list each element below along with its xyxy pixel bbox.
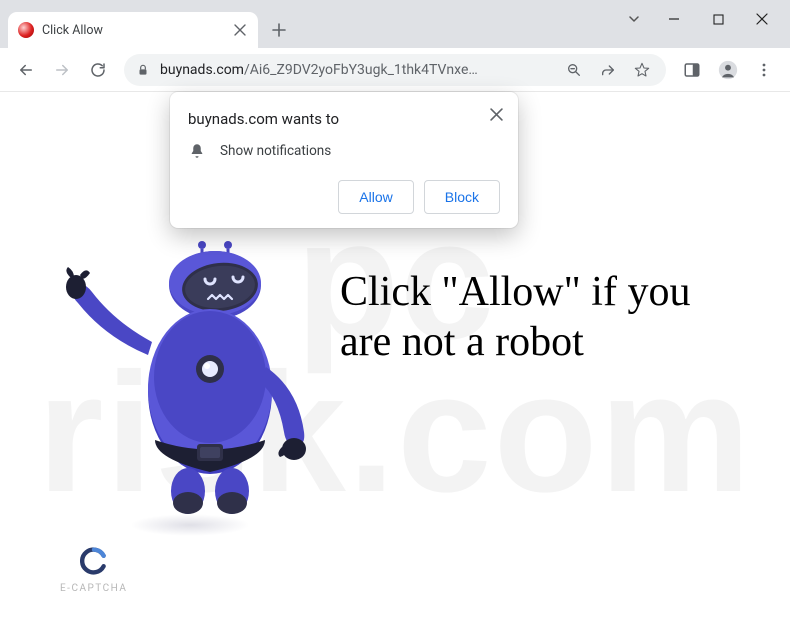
window-controls <box>616 4 784 34</box>
maximize-button[interactable] <box>696 4 740 34</box>
minimize-button[interactable] <box>652 4 696 34</box>
url-text: buynads.com/Ai6_Z9DV2yoFbY3ugk_1thk4TVnx… <box>160 62 552 78</box>
bookmark-icon[interactable] <box>630 58 654 82</box>
url-path: /Ai6_Z9DV2yoFbY3ugk_1thk4TVnxe… <box>244 62 478 78</box>
forward-button[interactable] <box>46 54 78 86</box>
prompt-title: buynads.com wants to <box>188 110 500 128</box>
captcha-badge: E-CAPTCHA <box>60 547 127 594</box>
profile-icon[interactable] <box>712 54 744 86</box>
reload-button[interactable] <box>82 54 114 86</box>
robot-shadow <box>130 514 250 536</box>
block-button[interactable]: Block <box>424 180 500 214</box>
tab-favicon-icon <box>18 22 34 38</box>
prompt-permission-row: Show notifications <box>188 142 500 160</box>
prompt-actions: Allow Block <box>188 180 500 214</box>
prompt-close-button[interactable] <box>484 102 508 126</box>
side-panel-icon[interactable] <box>676 54 708 86</box>
share-icon[interactable] <box>596 58 620 82</box>
captcha-label: E-CAPTCHA <box>60 583 127 594</box>
lock-icon <box>136 63 150 77</box>
url-host: buynads.com <box>160 62 244 78</box>
tab-title: Click Allow <box>42 23 224 38</box>
close-window-button[interactable] <box>740 4 784 34</box>
page-headline: Click "Allow" if you are not a robot <box>340 267 720 368</box>
prompt-permission-text: Show notifications <box>220 143 331 159</box>
menu-icon[interactable] <box>748 54 780 86</box>
robot-illustration <box>60 237 320 531</box>
tab-close-icon[interactable] <box>232 22 248 38</box>
new-tab-button[interactable] <box>264 15 294 45</box>
bell-icon <box>188 142 206 160</box>
allow-button[interactable]: Allow <box>338 180 413 214</box>
back-button[interactable] <box>10 54 42 86</box>
notification-permission-prompt: buynads.com wants to Show notifications … <box>170 92 518 228</box>
zoom-icon[interactable] <box>562 58 586 82</box>
address-bar[interactable]: buynads.com/Ai6_Z9DV2yoFbY3ugk_1thk4TVnx… <box>124 54 666 86</box>
browser-tab[interactable]: Click Allow <box>8 12 258 48</box>
captcha-c-icon <box>80 547 108 575</box>
tab-search-icon[interactable] <box>616 4 652 34</box>
titlebar: Click Allow <box>0 0 790 48</box>
toolbar: buynads.com/Ai6_Z9DV2yoFbY3ugk_1thk4TVnx… <box>0 48 790 92</box>
